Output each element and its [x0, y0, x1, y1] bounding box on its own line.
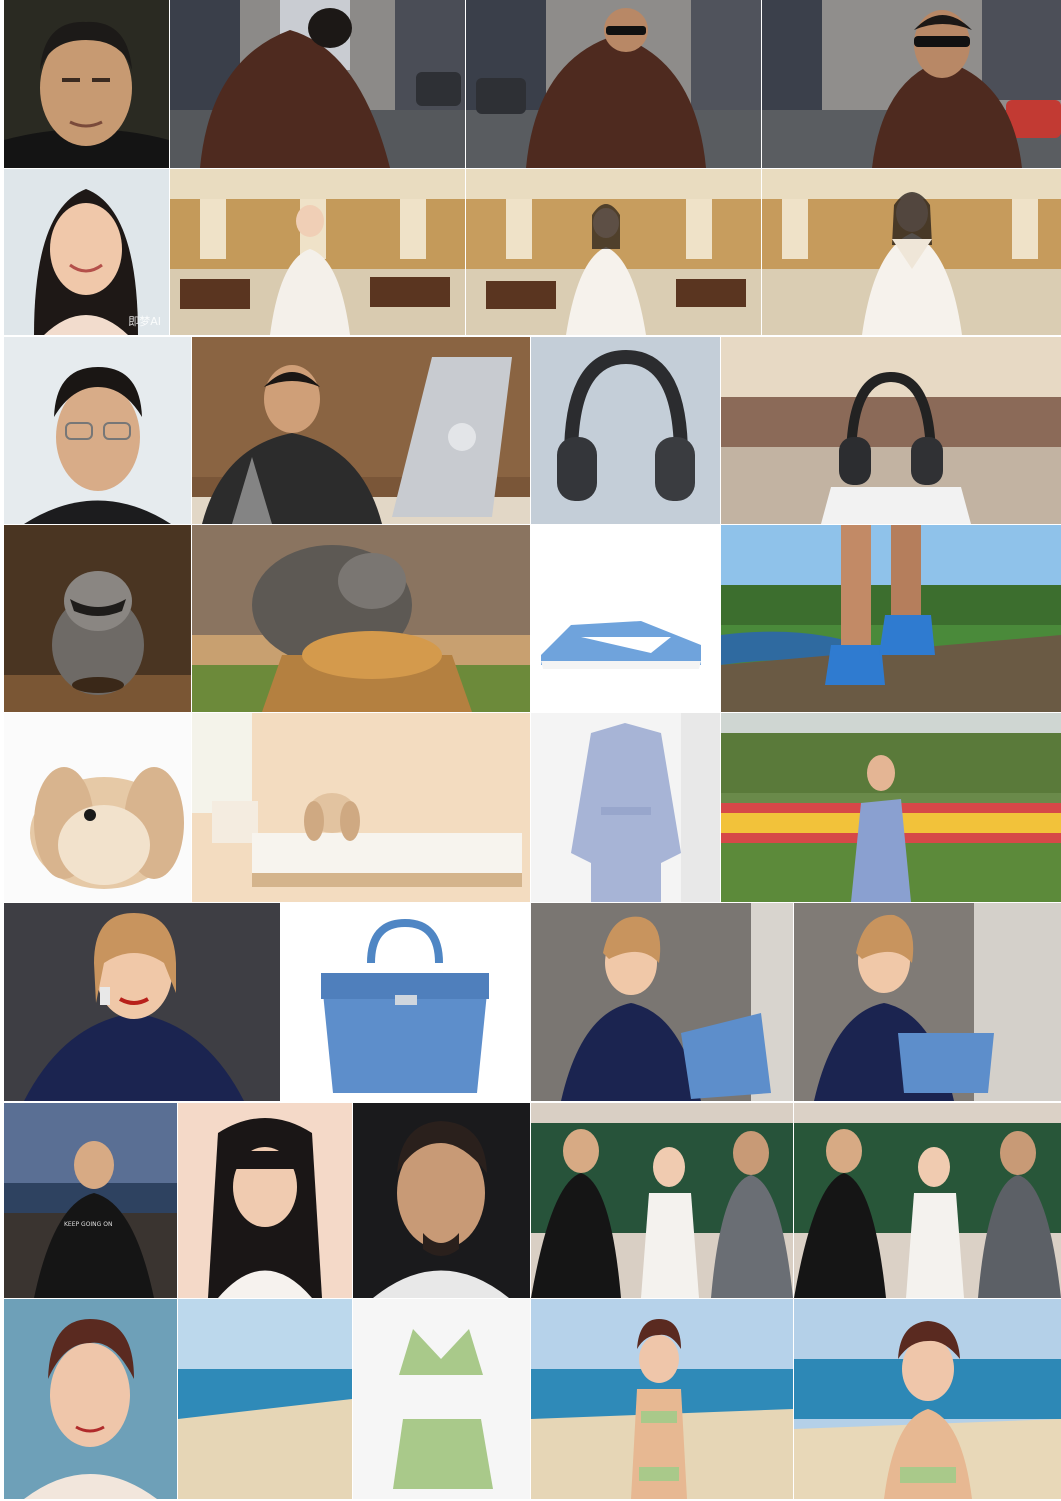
reference-portrait-woman: 即梦AI	[4, 169, 169, 335]
city-street-back	[170, 0, 465, 168]
sneakers-walking	[721, 525, 1061, 712]
shirt-text: KEEP GOING ON	[64, 1221, 113, 1228]
holding-handbag-2	[794, 903, 1061, 1101]
palace-hall-3	[762, 169, 1061, 335]
man-reference-singapore: KEEP GOING ON	[4, 1103, 177, 1298]
man2-reference	[353, 1103, 530, 1298]
man-at-laptop	[192, 337, 530, 524]
classroom-1	[531, 1103, 793, 1298]
watermark-text: 即梦AI	[128, 315, 161, 328]
bikini-product	[353, 1299, 530, 1499]
row-4	[0, 525, 1061, 712]
row-8	[0, 1299, 1061, 1499]
row-6	[0, 903, 1061, 1101]
dress-product	[531, 713, 720, 902]
raccoon-fried-chicken	[192, 525, 530, 712]
sneakers-product	[531, 525, 720, 712]
reference-portrait-man	[4, 0, 169, 168]
dress-in-garden	[721, 713, 1061, 902]
city-street-turning	[466, 0, 761, 168]
reference-portrait-woman-blonde	[4, 903, 280, 1101]
beach-result-1	[531, 1299, 793, 1499]
row-5	[0, 713, 1061, 902]
beach-result-2	[794, 1299, 1061, 1499]
row-3	[0, 337, 1061, 524]
portrait-reference-classic	[4, 1299, 177, 1499]
row-7: KEEP GOING ON	[0, 1103, 1061, 1298]
rabbit-reference	[4, 713, 191, 902]
woman-reference-bangs	[178, 1103, 352, 1298]
handbag-product	[281, 903, 530, 1101]
row-2: 即梦AI	[0, 169, 1061, 335]
palace-hall-1	[170, 169, 465, 335]
beach-reference	[178, 1299, 352, 1499]
classroom-2	[794, 1103, 1061, 1298]
city-street-side	[762, 0, 1061, 168]
rabbit-on-bed	[192, 713, 530, 902]
holding-handbag-1	[531, 903, 793, 1101]
headphones-product	[531, 337, 720, 524]
raccoon-reference	[4, 525, 191, 712]
palace-hall-2	[466, 169, 761, 335]
headphones-in-mall	[721, 337, 1061, 524]
reference-portrait-man-glasses	[4, 337, 191, 524]
row-1	[0, 0, 1061, 168]
